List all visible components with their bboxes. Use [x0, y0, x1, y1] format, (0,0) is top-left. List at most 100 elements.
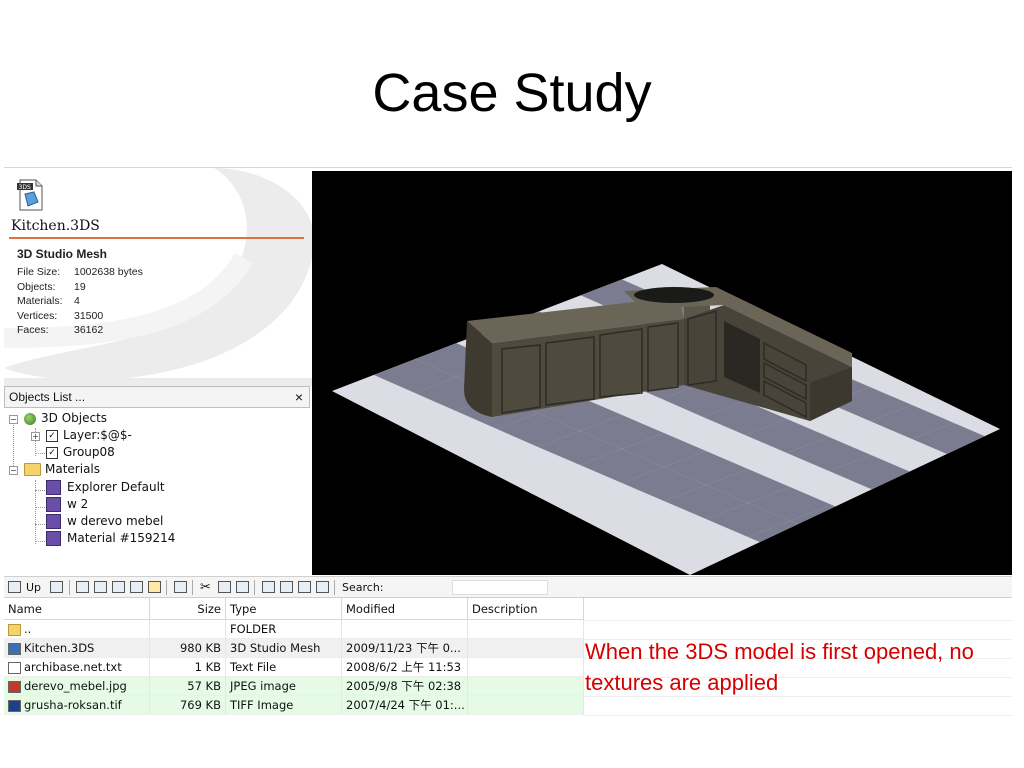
file-type: TIFF Image	[226, 696, 342, 715]
file-name-cell: Kitchen.3DS	[4, 639, 150, 658]
toolbar-separator	[254, 580, 255, 595]
file-type: JPEG image	[226, 677, 342, 696]
file-name-cell: ..	[4, 620, 150, 639]
paste-icon[interactable]	[236, 581, 249, 593]
folder-up-icon[interactable]	[8, 581, 21, 593]
up-button-label[interactable]: Up	[26, 580, 41, 595]
file-size: 57 KB	[150, 677, 226, 696]
file-description	[468, 696, 584, 715]
file-type: 3D Studio Mesh	[226, 639, 342, 658]
column-header-size[interactable]: Size	[150, 598, 226, 620]
file-row[interactable]: archibase.net.txt 1 KB Text File 2008/6/…	[4, 658, 584, 677]
column-header-description[interactable]: Description	[468, 598, 584, 620]
file-list: Name Size Type Modified Description .. F…	[4, 598, 585, 738]
file-name-cell: grusha-roksan.tif	[4, 696, 150, 715]
column-header-type[interactable]: Type	[226, 598, 342, 620]
column-header-name[interactable]: Name	[4, 598, 150, 620]
file-name-heading: Kitchen.3DS	[11, 218, 100, 234]
3d-viewport[interactable]	[312, 171, 1012, 575]
tree-node-materials[interactable]: Materials	[24, 461, 100, 478]
file-name: derevo_mebel.jpg	[24, 679, 127, 693]
collapse-toggle-materials[interactable]: −	[9, 466, 18, 475]
file-row[interactable]: Kitchen.3DS 980 KB 3D Studio Mesh 2009/1…	[4, 639, 584, 658]
stat-value: 1002638 bytes	[74, 266, 143, 278]
view-preview-icon[interactable]	[148, 581, 161, 593]
tree-node-group[interactable]: ✓ Group08	[46, 444, 115, 461]
stat-row: Faces: 36162	[17, 323, 143, 338]
objects-tree: − 3D Objects + ✓ Layer:$@$- ✓ Group08 − Ma…	[4, 408, 310, 574]
tree-node-3d-objects[interactable]: 3D Objects	[24, 410, 107, 427]
file-name-cell: archibase.net.txt	[4, 658, 150, 677]
file-row[interactable]: .. FOLDER	[4, 620, 584, 639]
file-type: Text File	[226, 658, 342, 677]
copy-to-icon[interactable]	[262, 581, 275, 593]
tree-connector	[35, 507, 45, 508]
tree-connector	[13, 420, 14, 470]
objects-list-header: Objects List ... ×	[4, 386, 310, 408]
slide-title: Case Study	[372, 63, 652, 123]
3d-scene	[332, 264, 1000, 575]
checkbox-icon[interactable]: ✓	[46, 429, 58, 442]
rename-icon[interactable]	[298, 581, 311, 593]
jpeg-file-icon	[8, 680, 21, 693]
material-swatch-icon	[46, 497, 61, 512]
view-thumbnails-icon[interactable]	[76, 581, 89, 593]
delete-icon[interactable]	[316, 581, 329, 593]
stat-value: 36162	[74, 324, 104, 336]
stat-value: 31500	[74, 309, 104, 322]
search-input[interactable]	[452, 580, 548, 595]
file-size: 1 KB	[150, 658, 226, 677]
column-header-modified[interactable]: Modified	[342, 598, 468, 620]
close-icon[interactable]: ×	[295, 389, 303, 405]
globe-icon	[24, 412, 36, 425]
slide-caption: When the 3DS model is first opened, no t…	[585, 639, 974, 695]
tree-node-label: w 2	[67, 497, 89, 511]
file-modified: 2008/6/2 上午 11:53	[342, 658, 468, 677]
browser-toolbar: Up ✂ Search:	[4, 576, 1012, 598]
tree-node-material[interactable]: Material #159214	[46, 530, 175, 547]
view-details-icon[interactable]	[130, 581, 143, 593]
3ds-icon-label: 3DS	[19, 184, 31, 191]
new-folder-icon[interactable]	[50, 581, 63, 593]
stat-row: File Size: 1002638 bytes	[17, 265, 143, 280]
tree-node-label: Material #159214	[67, 531, 176, 545]
file-name: archibase.net.txt	[24, 660, 122, 674]
search-label: Search:	[342, 581, 384, 594]
stat-row: Materials: 4	[17, 294, 143, 309]
file-description	[468, 639, 584, 658]
row-divider	[584, 620, 1012, 621]
tiff-file-icon	[8, 699, 21, 712]
move-to-icon[interactable]	[280, 581, 293, 593]
view-list-icon[interactable]	[112, 581, 125, 593]
tree-node-material[interactable]: Explorer Default	[46, 479, 165, 496]
file-row[interactable]: grusha-roksan.tif 769 KB TIFF Image 2007…	[4, 696, 584, 715]
collapse-toggle-3d-objects[interactable]: −	[9, 415, 18, 424]
3ds-file-icon: 3DS	[16, 178, 44, 212]
file-description	[468, 677, 584, 696]
checkbox-icon[interactable]: ✓	[46, 446, 58, 459]
toolbar-separator	[166, 580, 167, 595]
tree-node-material[interactable]: w derevo mebel	[46, 513, 163, 530]
stat-key: File Size:	[17, 266, 61, 278]
file-description	[468, 658, 584, 677]
view-tiles-icon[interactable]	[94, 581, 107, 593]
stat-key: Vertices:	[17, 309, 58, 322]
tree-node-label: 3D Objects	[41, 411, 108, 425]
stat-key: Materials:	[17, 295, 63, 307]
tree-node-layer[interactable]: ✓ Layer:$@$-	[46, 427, 132, 444]
cut-icon[interactable]: ✂	[200, 580, 211, 595]
stat-key: Faces:	[17, 324, 49, 336]
file-row[interactable]: derevo_mebel.jpg 57 KB JPEG image 2005/9…	[4, 677, 584, 696]
expand-toggle-layer[interactable]: +	[31, 432, 40, 441]
objects-list-title[interactable]: Objects List ...	[9, 390, 85, 404]
stat-row: Vertices: 31500	[17, 309, 143, 324]
file-type: FOLDER	[226, 620, 342, 639]
file-name: Kitchen.3DS	[24, 641, 95, 655]
tree-node-label: Explorer Default	[67, 480, 165, 494]
panel-toggle-icon[interactable]	[174, 581, 187, 593]
toolbar-separator	[334, 580, 335, 595]
tree-node-material[interactable]: w 2	[46, 496, 88, 513]
copy-icon[interactable]	[218, 581, 231, 593]
file-modified: 2009/11/23 下午 0...	[342, 639, 468, 658]
material-swatch-icon	[46, 480, 61, 495]
